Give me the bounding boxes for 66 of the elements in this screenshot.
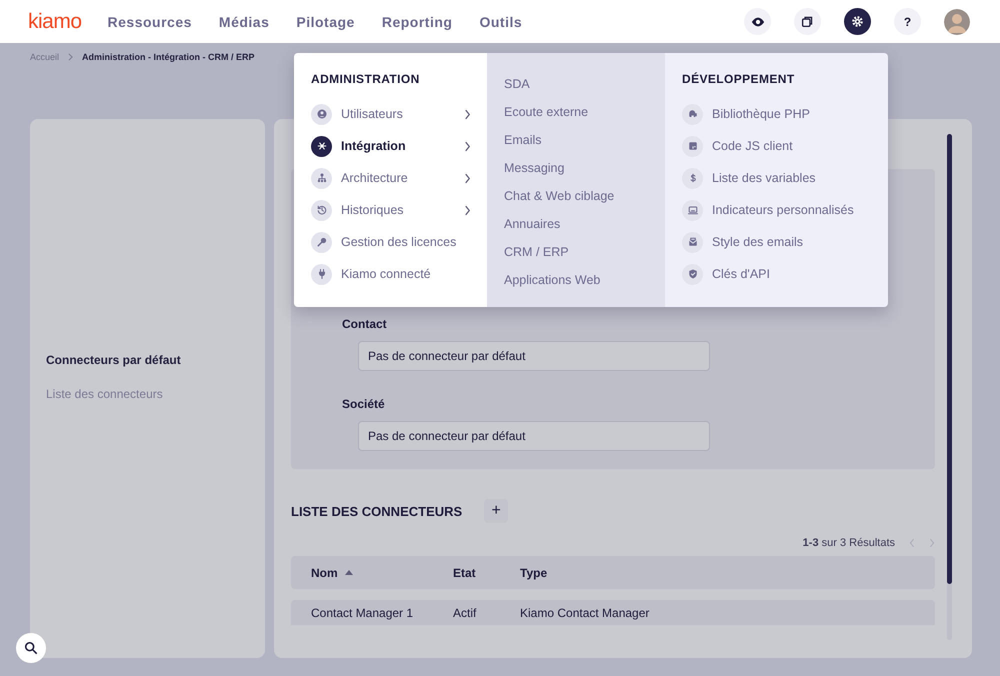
menu-item[interactable]: Architecture: [311, 168, 471, 188]
menu-item[interactable]: Emails: [504, 133, 649, 148]
help-button[interactable]: ?: [894, 8, 921, 35]
result-count: 1-3 sur 3 Résultats: [802, 537, 895, 549]
table-row[interactable]: Contact Manager 1 Actif Kiamo Contact Manager: [291, 600, 935, 625]
preview-button[interactable]: [744, 8, 771, 35]
nav-link[interactable]: Ressources: [108, 14, 192, 30]
menu-item[interactable]: Bibliothèque PHP: [682, 104, 872, 124]
table-cell: Kiamo Contact Manager: [520, 606, 650, 620]
select-field[interactable]: Pas de connecteur par défaut: [358, 421, 710, 451]
menu-item[interactable]: Ecoute externe: [504, 105, 649, 120]
eye-icon: [750, 14, 764, 28]
nav-link[interactable]: Médias: [218, 14, 270, 30]
field-label: Contact: [342, 317, 388, 331]
menu-item[interactable]: Applications Web: [504, 273, 649, 288]
menu-item[interactable]: Code JS client: [682, 136, 872, 156]
avatar[interactable]: [944, 8, 970, 34]
nav-link[interactable]: Reporting: [382, 14, 452, 30]
code-file-icon: [686, 140, 698, 152]
menu-item[interactable]: Liste des variables: [682, 168, 872, 188]
menu-item[interactable]: Indicateurs personnalisés: [682, 200, 872, 220]
field-label: Société: [342, 397, 386, 411]
add-button[interactable]: +: [484, 499, 508, 523]
table-cell-text: Actif: [453, 606, 478, 620]
hierarchy-icon: [316, 172, 328, 184]
column-header[interactable]: Etat: [453, 566, 520, 580]
scrollbar[interactable]: [947, 134, 952, 640]
column-header[interactable]: Type: [520, 566, 548, 580]
network-icon: [316, 140, 328, 152]
section-title: LISTE DES CONNECTEURS: [291, 504, 462, 518]
shield-icon: [686, 268, 698, 280]
menu-item[interactable]: Style des emails: [682, 232, 872, 252]
history-icon: [316, 204, 328, 216]
windows-button[interactable]: [794, 8, 821, 35]
logo[interactable]: kiamo: [28, 10, 82, 34]
monitor-icon: [686, 204, 698, 216]
menu-item[interactable]: Historiques: [311, 200, 471, 220]
menu-item[interactable]: Utilisateurs: [311, 104, 471, 124]
windows-icon: [801, 15, 814, 28]
menu-item[interactable]: Kiamo connecté: [311, 264, 471, 284]
menu-item[interactable]: Intégration: [311, 136, 471, 156]
menu-item[interactable]: Annuaires: [504, 217, 649, 232]
search-icon: [24, 641, 38, 655]
menu-item[interactable]: Chat & Web ciblage: [504, 189, 649, 204]
menu-item[interactable]: Messaging: [504, 161, 649, 176]
user-icon: [316, 108, 328, 120]
key-icon: [316, 236, 328, 248]
sort-icon: [344, 570, 353, 575]
menu-heading: ADMINISTRATION: [311, 72, 421, 86]
envelope-icon: [686, 236, 698, 248]
menu-item[interactable]: CRM / ERP: [504, 245, 649, 260]
menu-heading: DÉVELOPPEMENT: [682, 72, 796, 86]
search-button[interactable]: [16, 633, 46, 663]
sidebar-item[interactable]: Connecteurs par défaut: [46, 353, 249, 367]
menu-item[interactable]: SDA: [504, 77, 649, 92]
table-cell-text: Contact Manager 1: [311, 606, 414, 620]
menu-item[interactable]: Clés d'API: [682, 264, 872, 284]
column-header[interactable]: Nom: [311, 566, 453, 580]
chevron-icon: [68, 52, 74, 60]
breadcrumb-link[interactable]: Administration - Intégration - CRM / ERP: [82, 52, 255, 62]
nav-link[interactable]: Outils: [479, 14, 522, 30]
select-field[interactable]: Pas de connecteur par défaut: [358, 341, 710, 371]
menu-item[interactable]: Gestion des licences: [311, 232, 471, 252]
settings-button[interactable]: [844, 8, 871, 35]
gear-icon: [851, 15, 864, 28]
nav-link[interactable]: Pilotage: [296, 14, 355, 30]
